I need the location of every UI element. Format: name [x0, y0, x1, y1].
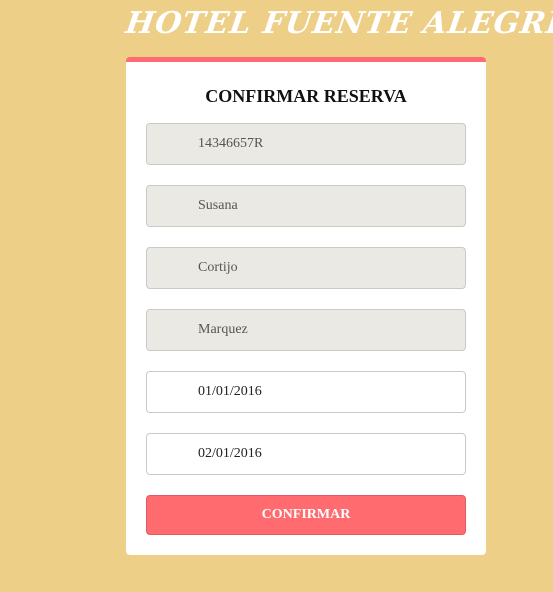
hotel-title: HOTEL FUENTE ALEGRE [123, 6, 553, 41]
confirm-button[interactable]: CONFIRMAR [146, 495, 466, 535]
dni-field[interactable] [146, 123, 466, 165]
primer-apellido-field[interactable] [146, 247, 466, 289]
nombre-field[interactable] [146, 185, 466, 227]
fecha-entrada-field[interactable] [146, 371, 466, 413]
reservation-card: CONFIRMAR RESERVA CONFIRMAR [126, 57, 486, 555]
form-title: CONFIRMAR RESERVA [205, 86, 407, 106]
fecha-salida-field[interactable] [146, 433, 466, 475]
segundo-apellido-field[interactable] [146, 309, 466, 351]
